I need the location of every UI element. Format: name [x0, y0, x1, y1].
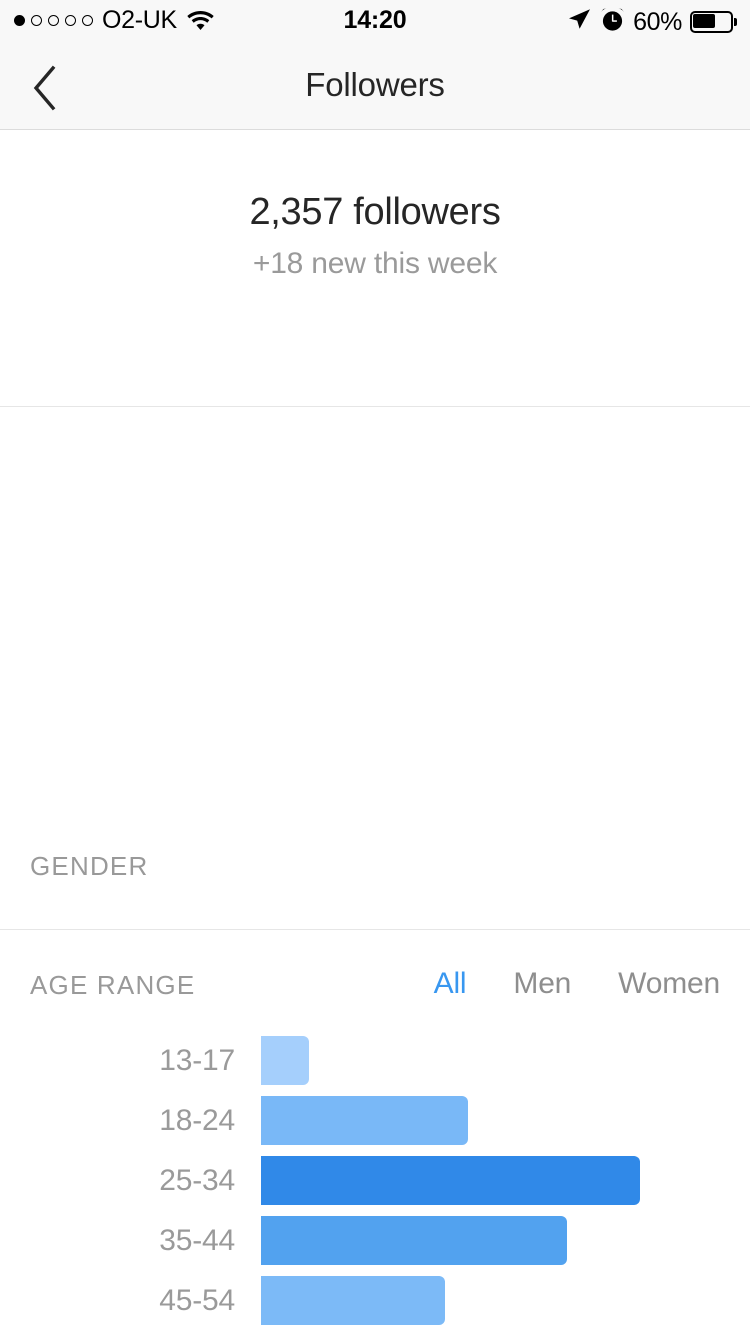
followers-summary: 2,357 followers +18 new this week: [0, 131, 750, 407]
age-bar-fill: [261, 1276, 445, 1325]
status-bar: O2-UK 14:20 60%: [0, 0, 750, 40]
age-bar-fill: [261, 1036, 309, 1085]
age-bar-fill: [261, 1096, 468, 1145]
age-bar-track: [261, 1276, 445, 1325]
age-bar-track: [261, 1216, 567, 1265]
age-bar-label: 45-54: [159, 1284, 235, 1317]
tab-women[interactable]: Women: [618, 967, 720, 1001]
tab-men[interactable]: Men: [513, 967, 571, 1001]
age-bar-label: 13-17: [159, 1044, 235, 1077]
age-bar-label: 25-34: [159, 1164, 235, 1197]
age-bar-fill: [261, 1216, 567, 1265]
age-bar-label: 35-44: [159, 1224, 235, 1257]
battery-fill: [693, 13, 716, 28]
age-bar-track: [261, 1096, 468, 1145]
followers-insights-screen: O2-UK 14:20 60% Followers 2,357 follower…: [0, 0, 750, 1334]
page-title: Followers: [305, 66, 445, 103]
followers-count: 2,357 followers: [249, 191, 501, 233]
age-bar-row: 18-24: [0, 1096, 750, 1145]
age-range-section: AGE RANGE All Men Women 13-17 18-24 25-34 3…: [0, 931, 750, 1334]
status-bar-right: 60%: [566, 6, 737, 37]
age-bar-fill: [261, 1156, 640, 1205]
navigation-bar: Followers: [0, 40, 750, 130]
battery-cap: [734, 17, 737, 26]
age-bar-label: 18-24: [159, 1104, 235, 1137]
age-bar-track: [261, 1156, 640, 1205]
followers-delta: +18 new this week: [252, 247, 498, 280]
age-bar-row: 13-17: [0, 1036, 750, 1085]
battery-percent-label: 60%: [633, 7, 682, 36]
gender-section: GENDER 93% Men 7% Women: [0, 408, 750, 1270]
age-bar-row: 45-54: [0, 1276, 750, 1325]
tab-all[interactable]: All: [434, 967, 467, 1001]
location-arrow-icon: [566, 6, 592, 37]
age-range-filter-tabs: All Men Women: [434, 967, 721, 1001]
age-range-bar-chart: 13-1718-2425-3435-4445-5455-64: [0, 1036, 750, 1334]
gender-section-label: GENDER: [30, 851, 149, 881]
age-range-section-label: AGE RANGE: [30, 970, 196, 1000]
age-bar-track: [261, 1036, 309, 1085]
alarm-clock-icon: [600, 6, 625, 37]
age-bar-row: 35-44: [0, 1216, 750, 1265]
age-bar-row: 25-34: [0, 1156, 750, 1205]
battery-icon: [690, 10, 737, 33]
